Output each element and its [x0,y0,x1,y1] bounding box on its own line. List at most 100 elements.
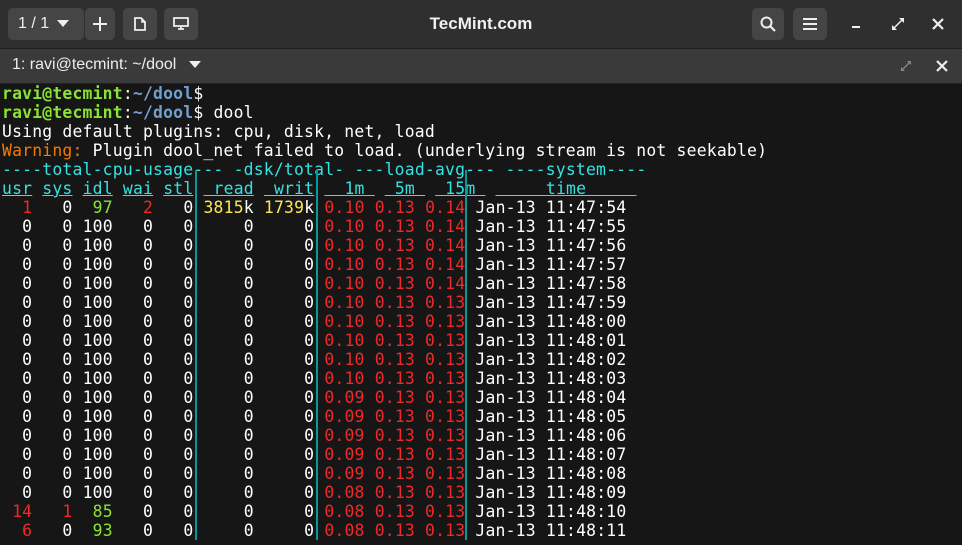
cell-idl: 100 [82,464,113,483]
cell-stl: 0 [163,426,194,445]
minimize-icon [846,14,866,34]
column-separator [316,170,318,540]
cell-load-15m: 0.13 [425,445,466,464]
cell-usr: 0 [2,217,33,236]
cell-load-15m: 0.13 [425,388,466,407]
hamburger-menu-icon [802,17,818,31]
cell-idl: 100 [82,236,113,255]
cell-load-5m: 0.13 [374,521,415,540]
search-button[interactable] [752,8,784,40]
prompt-user-host: ravi@tecmint [2,103,123,122]
cell-load-1m: 0.08 [324,521,365,540]
cell-idl: 100 [82,407,113,426]
cell-load-1m: 0.08 [324,483,365,502]
cell-load-5m: 0.13 [374,426,415,445]
attach-icon [173,17,189,31]
detach-tab-button[interactable] [898,58,914,74]
cell-read: 0 [203,388,254,407]
cell-wai: 0 [122,331,154,350]
cell-load-1m: 0.09 [324,426,365,445]
cell-load-1m: 0.10 [324,293,365,312]
col-1m: 1m [324,179,375,198]
cell-read: 0 [203,274,254,293]
cell-sys: 0 [42,198,73,217]
title-bar: 1 / 1 TecMint.com [0,0,962,49]
new-tab-button[interactable] [85,8,115,40]
cell-writ: 0 [263,217,315,236]
tab-selector-button[interactable]: 1 / 1 [8,8,84,40]
cell-stl: 0 [163,407,194,426]
cell-load-15m: 0.13 [425,426,466,445]
attach-terminal-button[interactable] [164,8,198,40]
cell-load-1m: 0.10 [324,331,365,350]
col-usr: usr [2,179,33,198]
cell-load-15m: 0.14 [425,236,466,255]
cell-load-1m: 0.10 [324,274,365,293]
chevron-down-icon [188,60,201,69]
plus-icon [92,16,108,32]
close-button[interactable] [928,14,948,34]
cell-usr: 0 [2,350,33,369]
cell-wai: 0 [122,464,154,483]
cell-writ: 0 [263,369,315,388]
cell-load-5m: 0.13 [374,445,415,464]
cell-time: Jan-13 11:48:02 [475,350,627,369]
maximize-button[interactable] [888,14,908,34]
cell-writ: 1739 [263,198,305,217]
cell-time: Jan-13 11:48:08 [475,464,627,483]
cell-stl: 0 [163,293,194,312]
cell-load-15m: 0.13 [425,464,466,483]
cell-usr: 0 [2,369,33,388]
cell-stl: 0 [163,331,194,350]
cell-load-15m: 0.13 [425,502,466,521]
cell-wai: 0 [122,217,154,236]
tab-close-button[interactable] [934,58,950,74]
cell-stl: 0 [163,483,194,502]
cell-read-unit: k [243,198,254,217]
cell-load-15m: 0.14 [425,274,466,293]
cell-load-1m: 0.09 [324,388,365,407]
tab-selector-label: 1 / 1 [18,15,50,32]
cell-sys: 0 [42,293,73,312]
col-15m: 15m [435,179,486,198]
cell-usr: 0 [2,293,33,312]
cell-writ: 0 [263,464,315,483]
cell-time: Jan-13 11:48:06 [475,426,627,445]
cell-load-1m: 0.10 [324,198,365,217]
split-terminal-button[interactable] [123,8,157,40]
cell-stl: 0 [163,236,194,255]
cell-wai: 0 [122,426,154,445]
cell-read: 0 [203,407,254,426]
cell-usr: 0 [2,407,33,426]
cell-read: 0 [203,426,254,445]
cell-stl: 0 [163,217,194,236]
col-wai: wai [122,179,154,198]
cell-load-1m: 0.10 [324,350,365,369]
prompt-sep: : [122,84,133,103]
cell-usr: 0 [2,445,33,464]
cell-writ: 0 [263,407,315,426]
cell-load-5m: 0.13 [374,274,415,293]
cell-time: Jan-13 11:47:55 [475,217,627,236]
cell-usr: 6 [2,521,33,540]
prompt-dollar: $ [193,84,204,103]
cell-load-5m: 0.13 [374,312,415,331]
terminal-tab-title[interactable]: 1: ravi@tecmint: ~/dool [12,56,201,74]
cell-load-1m: 0.10 [324,236,365,255]
cell-wai: 0 [122,236,154,255]
group-header-cpu: ----total-cpu-usage--- [2,160,224,179]
col-writ: writ [263,179,315,198]
cell-read: 0 [203,502,254,521]
cell-sys: 0 [42,483,73,502]
cell-load-15m: 0.13 [425,369,466,388]
terminal-output[interactable]: ravi@tecmint:~/dool$ ravi@tecmint:~/dool… [0,84,962,545]
minimize-button[interactable] [846,14,866,34]
main-menu-button[interactable] [793,8,827,40]
cell-time: Jan-13 11:47:57 [475,255,627,274]
prompt-path: ~/dool [132,84,194,103]
cell-load-1m: 0.10 [324,312,365,331]
cell-usr: 0 [2,274,33,293]
cell-usr: 0 [2,464,33,483]
cell-sys: 0 [42,426,73,445]
cell-stl: 0 [163,388,194,407]
